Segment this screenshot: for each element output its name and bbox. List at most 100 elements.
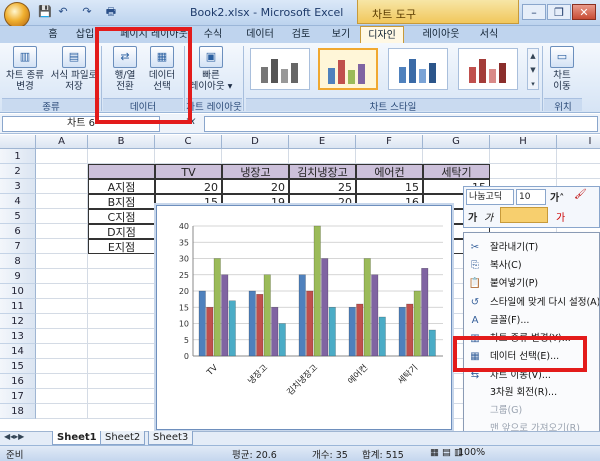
cell[interactable] [423, 149, 490, 164]
value-cell[interactable]: 20 [222, 179, 289, 194]
cell[interactable] [88, 164, 155, 179]
cell[interactable] [88, 329, 155, 344]
row-header[interactable]: 8 [0, 254, 36, 269]
value-cell[interactable]: 25 [289, 179, 356, 194]
context-menu-item[interactable]: 3차원 회전(R)... [464, 384, 599, 402]
chart-style-scroll[interactable]: ▲ ▼ ▾ [527, 48, 539, 90]
value-cell[interactable]: 15 [356, 179, 423, 194]
cell[interactable] [88, 254, 155, 269]
undo-icon[interactable]: ↶ [56, 5, 70, 19]
minimize-button[interactable]: – [522, 4, 546, 20]
print-icon[interactable]: 🖶 [104, 5, 118, 19]
column-header-e[interactable]: E [289, 135, 356, 149]
value-cell[interactable]: 20 [155, 179, 222, 194]
cell[interactable] [36, 359, 88, 374]
tab-formulas[interactable]: 수식 [196, 26, 230, 43]
cell[interactable] [36, 284, 88, 299]
cell[interactable] [490, 149, 557, 164]
context-menu-item[interactable]: 복사(C) [464, 257, 599, 275]
tab-home[interactable]: 홈 [38, 26, 68, 43]
row-header[interactable]: 10 [0, 284, 36, 299]
row-header[interactable]: 15 [0, 359, 36, 374]
tab-format[interactable]: 서식 [474, 26, 504, 43]
status-zoom[interactable]: 100% [458, 447, 485, 458]
cell[interactable] [36, 224, 88, 239]
row-header[interactable]: 18 [0, 404, 36, 419]
sheet-tab-3[interactable]: Sheet3 [148, 431, 194, 445]
cell[interactable] [356, 149, 423, 164]
table-header-cell[interactable]: 에어컨 [356, 164, 423, 179]
chart-style-4[interactable] [458, 48, 518, 90]
font-name-select[interactable]: 나눔고딕 [466, 189, 514, 205]
cell[interactable] [88, 299, 155, 314]
formula-input[interactable] [204, 116, 598, 132]
move-chart-button[interactable]: ▭ 차트 이동 [546, 46, 578, 92]
row-header[interactable]: 12 [0, 314, 36, 329]
align-buttons[interactable] [500, 207, 548, 223]
row-header[interactable]: 11 [0, 299, 36, 314]
cell[interactable] [36, 179, 88, 194]
cell[interactable] [557, 164, 600, 179]
column-header-c[interactable]: C [155, 135, 222, 149]
close-button[interactable]: ✕ [572, 4, 596, 20]
select-all-corner[interactable] [0, 135, 36, 149]
table-header-cell[interactable]: 세탁기 [423, 164, 490, 179]
table-header-cell[interactable]: TV [155, 164, 222, 179]
cell[interactable] [36, 149, 88, 164]
tab-view[interactable]: 보기 [326, 26, 356, 43]
cell[interactable] [88, 269, 155, 284]
cell[interactable] [36, 239, 88, 254]
row-label-cell[interactable]: A지점 [88, 179, 155, 194]
cell[interactable] [36, 314, 88, 329]
sheet-tab-1[interactable]: Sheet1 [52, 431, 102, 445]
grow-font-icon[interactable]: 가˄ [550, 189, 564, 204]
table-header-cell[interactable]: 냉장고 [222, 164, 289, 179]
row-label-cell[interactable]: C지점 [88, 209, 155, 224]
change-chart-type-button[interactable]: ▥ 차트 종류 변경 [4, 46, 46, 92]
cell[interactable] [36, 299, 88, 314]
chart-style-2[interactable] [318, 48, 378, 90]
font-size-select[interactable]: 10 [516, 189, 546, 205]
tab-data[interactable]: 데이터 [240, 26, 280, 43]
cell[interactable] [36, 209, 88, 224]
cell[interactable] [490, 164, 557, 179]
column-header-g[interactable]: G [423, 135, 490, 149]
sheet-tab-2[interactable]: Sheet2 [100, 431, 146, 445]
row-header[interactable]: 3 [0, 179, 36, 194]
font-color-icon[interactable]: 가 [556, 209, 565, 224]
row-label-cell[interactable]: D지점 [88, 224, 155, 239]
quick-layout-button[interactable]: ▣ 빠른 레이아웃 ▾ [188, 46, 234, 92]
cell[interactable] [36, 404, 88, 419]
column-header-b[interactable]: B [88, 135, 155, 149]
cell[interactable] [88, 389, 155, 404]
redo-icon[interactable]: ↷ [80, 5, 94, 19]
cell[interactable] [36, 389, 88, 404]
chart-style-3[interactable] [388, 48, 448, 90]
chart-style-1[interactable] [250, 48, 310, 90]
cell[interactable] [88, 404, 155, 419]
cell[interactable] [36, 164, 88, 179]
chart-area[interactable]: 0 5 10 15 20 25 30 35 40 TV 냉장고 김치냉장고 에어컨 세탁기 [156, 205, 452, 430]
cell[interactable] [289, 149, 356, 164]
context-menu-item[interactable]: 잘라내기(T) [464, 239, 599, 257]
column-header-f[interactable]: F [356, 135, 423, 149]
row-header[interactable]: 7 [0, 239, 36, 254]
tab-review[interactable]: 검토 [286, 26, 316, 43]
row-header[interactable]: 16 [0, 374, 36, 389]
row-header[interactable]: 1 [0, 149, 36, 164]
row-label-cell[interactable]: B지점 [88, 194, 155, 209]
cell[interactable] [88, 374, 155, 389]
context-menu-item[interactable]: 스타일에 맞게 다시 설정(A) [464, 294, 599, 312]
column-header-d[interactable]: D [222, 135, 289, 149]
office-button[interactable] [4, 2, 30, 28]
column-header-h[interactable]: H [490, 135, 557, 149]
cell[interactable] [36, 374, 88, 389]
cell[interactable] [88, 284, 155, 299]
save-icon[interactable]: 💾 [38, 5, 52, 19]
row-header[interactable]: 9 [0, 269, 36, 284]
fill-color-icon[interactable]: 🖌 [574, 189, 587, 200]
cell[interactable] [36, 344, 88, 359]
cell[interactable] [36, 269, 88, 284]
cell[interactable] [36, 254, 88, 269]
cell[interactable] [36, 194, 88, 209]
